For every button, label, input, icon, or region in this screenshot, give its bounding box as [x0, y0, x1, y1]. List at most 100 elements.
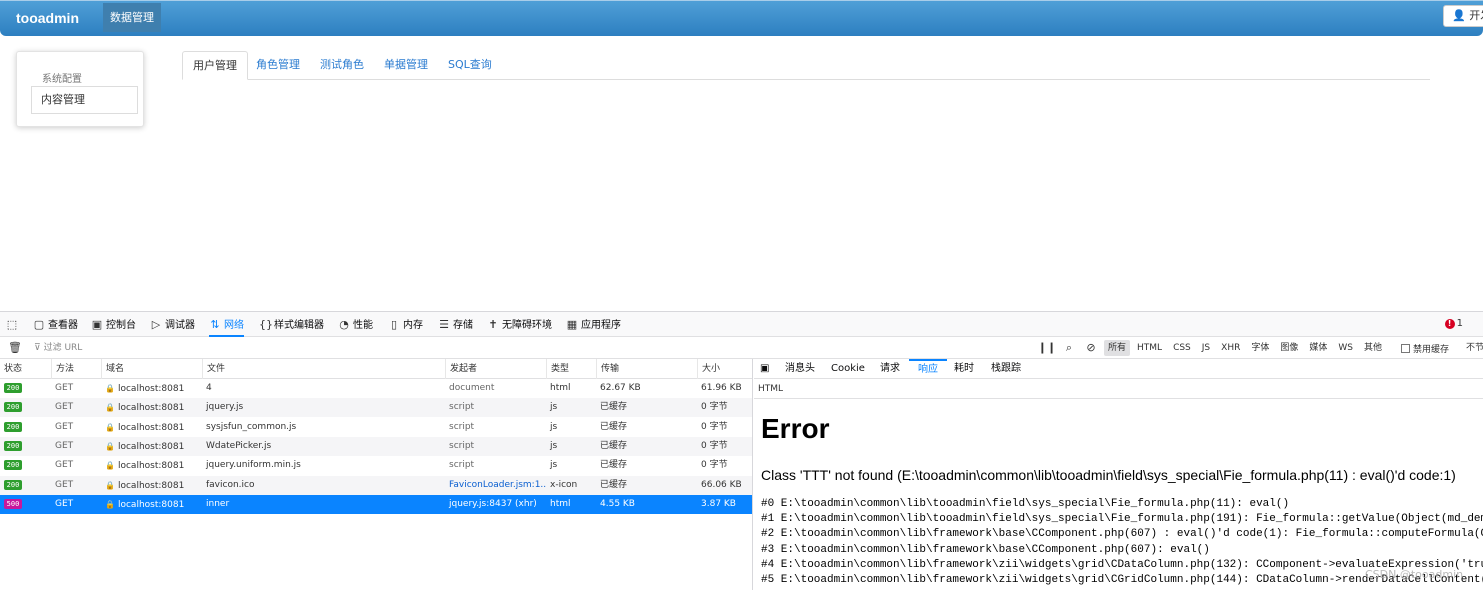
- trace-line: #2 E:\tooadmin\common\lib\framework\base…: [761, 528, 1483, 541]
- col-method[interactable]: 方法: [51, 359, 74, 379]
- pause-icon[interactable]: ❙❙: [1036, 337, 1058, 359]
- tool-console[interactable]: ▣ 控制台: [91, 312, 136, 337]
- request-row[interactable]: 200 GET 🔒 localhost:8081 WdatePicker.js scrip…: [0, 436, 752, 456]
- type-filter-other[interactable]: 其他: [1360, 337, 1386, 359]
- tool-network[interactable]: ⇅ 网络: [209, 312, 244, 337]
- error-counter[interactable]: ! 1: [1444, 318, 1463, 329]
- toggle-sidebar-icon[interactable]: ▣: [760, 359, 769, 379]
- tab-response[interactable]: 响应: [909, 359, 947, 379]
- picker-icon: ⬚: [6, 318, 18, 331]
- col-domain[interactable]: 域名: [101, 359, 124, 379]
- brand-logo[interactable]: tooadmin: [16, 10, 79, 26]
- cell-method: GET: [55, 460, 74, 471]
- type-filter-font[interactable]: 字体: [1247, 337, 1273, 359]
- cell-initiator: document: [449, 383, 495, 393]
- tool-label: 调试器: [165, 320, 195, 331]
- accessibility-icon: ✝: [488, 318, 498, 331]
- lock-icon: 🔒: [105, 422, 115, 432]
- cell-domain: 🔒 localhost:8081: [101, 437, 202, 456]
- cell-type: js: [550, 460, 558, 471]
- domain-text: localhost:8081: [117, 441, 185, 452]
- tab-role-management[interactable]: 角色管理: [246, 51, 310, 80]
- type-filter-js[interactable]: JS: [1198, 337, 1214, 359]
- lock-icon: 🔒: [105, 499, 115, 509]
- request-row[interactable]: 200 GET 🔒 localhost:8081 jquery.uniform.min.…: [0, 456, 752, 475]
- type-filter-ws[interactable]: WS: [1334, 337, 1357, 359]
- element-picker-button[interactable]: ⬚: [6, 312, 21, 337]
- sidebar-item-content-management[interactable]: 内容管理: [31, 86, 138, 114]
- tool-performance[interactable]: ◔ 性能: [338, 312, 373, 337]
- trash-icon[interactable]: 🗑: [8, 341, 22, 354]
- dev-button[interactable]: 👤 开发: [1443, 5, 1483, 27]
- status-badge: 200: [4, 421, 22, 432]
- tool-debugger[interactable]: ▷ 调试器: [150, 312, 195, 337]
- tab-test-role[interactable]: 测试角色: [310, 51, 374, 80]
- cell-domain: 🔒 localhost:8081: [101, 418, 202, 437]
- domain-text: localhost:8081: [117, 499, 185, 510]
- nav-item-data-management[interactable]: 数据管理: [103, 3, 161, 32]
- cell-type: x-icon: [550, 479, 578, 490]
- type-filters: 所有 HTML CSS JS XHR 字体 图像 媒体 WS 其他: [1104, 337, 1389, 359]
- tool-inspector[interactable]: ▢ 查看器: [33, 312, 78, 337]
- error-title: Error: [761, 413, 830, 444]
- col-type[interactable]: 类型: [546, 359, 569, 379]
- tab-stack-trace[interactable]: 栈跟踪: [991, 359, 1021, 379]
- col-transfer[interactable]: 传输: [596, 359, 619, 379]
- col-file[interactable]: 文件: [202, 359, 225, 379]
- memory-icon: ▯: [390, 318, 398, 331]
- error-count: 1: [1456, 318, 1463, 329]
- col-size[interactable]: 大小: [697, 359, 720, 379]
- type-filter-all[interactable]: 所有: [1104, 340, 1131, 356]
- request-row[interactable]: 500 GET 🔒 localhost:8081 inner jquery.js:8437…: [0, 494, 752, 514]
- tab-headers[interactable]: 消息头: [785, 359, 815, 379]
- domain-text: localhost:8081: [117, 422, 185, 433]
- request-row[interactable]: 200 GET 🔒 localhost:8081 favicon.ico FaviconL…: [0, 475, 752, 495]
- application-icon: ▦: [566, 318, 578, 331]
- type-filter-html[interactable]: HTML: [1133, 337, 1166, 359]
- cell-method: GET: [55, 421, 74, 432]
- cell-file: jquery.js: [206, 402, 244, 413]
- filter-url-input[interactable]: ⊽ 过滤 URL: [34, 337, 82, 359]
- tab-user-management[interactable]: 用户管理: [182, 51, 248, 80]
- domain-text: localhost:8081: [117, 480, 185, 491]
- search-icon[interactable]: ⌕: [1058, 337, 1080, 359]
- tab-cookie[interactable]: Cookie: [831, 359, 865, 379]
- lock-icon: 🔒: [105, 461, 115, 471]
- throttle-select[interactable]: 不节: [1466, 337, 1483, 359]
- request-row[interactable]: 200 GET 🔒 localhost:8081 4 document html 62.67 …: [0, 379, 752, 398]
- type-filter-media[interactable]: 媒体: [1305, 337, 1331, 359]
- request-row[interactable]: 200 GET 🔒 localhost:8081 jquery.js script js 已缓…: [0, 398, 752, 418]
- cell-method: GET: [55, 440, 74, 451]
- tool-accessibility[interactable]: ✝ 无障碍环境: [487, 312, 552, 337]
- type-filter-image[interactable]: 图像: [1276, 337, 1302, 359]
- cell-transfer: 已缓存: [600, 479, 628, 490]
- trace-line: #1 E:\tooadmin\common\lib\tooadmin\field…: [761, 513, 1483, 526]
- tool-memory[interactable]: ▯ 内存: [388, 312, 423, 337]
- cell-transfer: 已缓存: [600, 421, 628, 432]
- cell-file: jquery.uniform.min.js: [206, 460, 301, 471]
- tab-document-management[interactable]: 单据管理: [374, 51, 438, 80]
- tool-application[interactable]: ▦ 应用程序: [566, 312, 621, 337]
- network-filter-bar: 🗑 ⊽ 过滤 URL ❙❙ ⌕ ⊘ 所有 HTML CSS JS XHR 字体 图像 媒体 WS 其他 …: [0, 337, 1483, 359]
- cell-size: 0 字节: [701, 402, 728, 413]
- block-icon[interactable]: ⊘: [1080, 337, 1102, 359]
- lock-icon: 🔒: [105, 403, 115, 413]
- col-initiator[interactable]: 发起者: [445, 359, 477, 379]
- tool-style-editor[interactable]: {}样式编辑器: [259, 312, 324, 337]
- status-badge: 200: [4, 440, 22, 451]
- tool-storage[interactable]: ☰ 存储: [438, 312, 473, 337]
- network-icon: ⇅: [210, 318, 220, 331]
- sidebar-group-label: 系统配置: [42, 74, 82, 85]
- type-filter-xhr[interactable]: XHR: [1217, 337, 1244, 359]
- cell-file: WdatePicker.js: [206, 440, 272, 451]
- cell-domain: 🔒 localhost:8081: [101, 495, 202, 514]
- tab-request[interactable]: 请求: [880, 359, 900, 379]
- tab-timings[interactable]: 耗时: [954, 359, 974, 379]
- col-status[interactable]: 状态: [0, 359, 22, 379]
- type-filter-css[interactable]: CSS: [1169, 337, 1195, 359]
- tab-sql-query[interactable]: SQL查询: [438, 51, 502, 80]
- lock-icon: 🔒: [105, 384, 115, 393]
- request-row[interactable]: 200 GET 🔒 localhost:8081 sysjsfun_common.js s…: [0, 418, 752, 437]
- disable-cache-checkbox[interactable]: 禁用缓存: [1401, 342, 1449, 355]
- cell-status: 200: [0, 437, 51, 456]
